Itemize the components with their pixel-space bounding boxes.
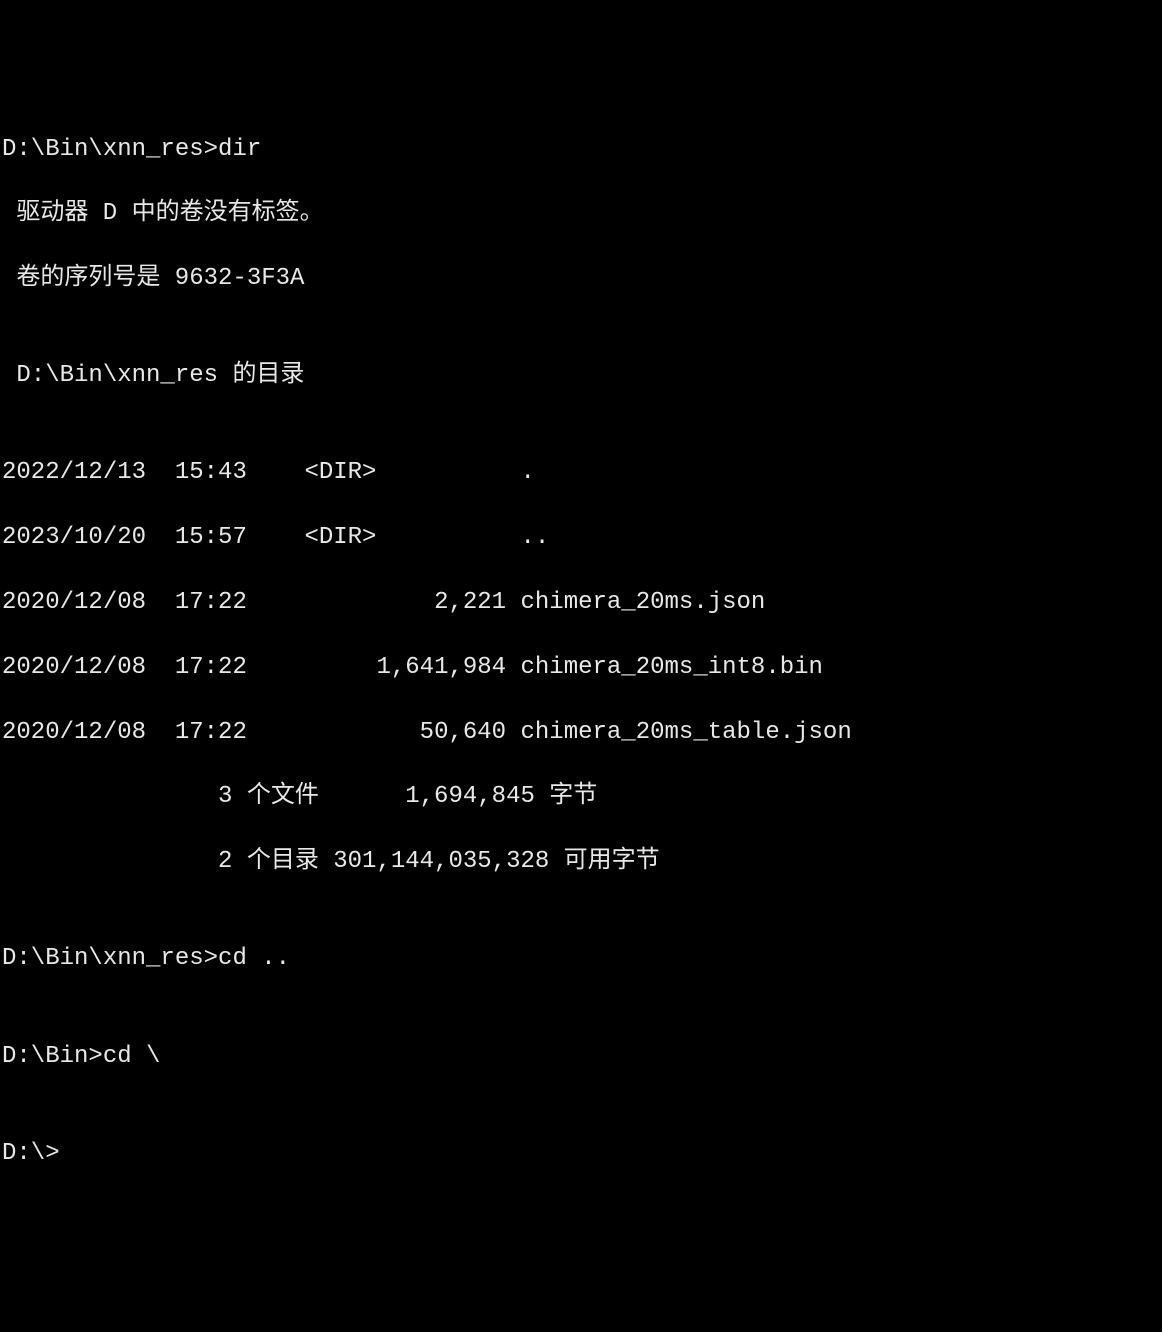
output-summary-dirs: 2 个目录 301,144,035,328 可用字节 bbox=[2, 846, 1160, 878]
prompt-line-4[interactable]: D:\> bbox=[2, 1138, 1160, 1170]
prompt-path: D:\Bin\xnn_res> bbox=[2, 136, 218, 163]
prompt-line-3[interactable]: D:\Bin>cd \ bbox=[2, 1041, 1160, 1073]
prompt-cmd: cd .. bbox=[218, 945, 290, 972]
prompt-cmd: dir bbox=[218, 136, 261, 163]
table-row: 2020/12/08 17:22 50,640 chimera_20ms_tab… bbox=[2, 717, 1160, 749]
table-row: 2020/12/08 17:22 1,641,984 chimera_20ms_… bbox=[2, 652, 1160, 684]
output-volume: 驱动器 D 中的卷没有标签。 bbox=[2, 198, 1160, 230]
prompt-line-2[interactable]: D:\Bin\xnn_res>cd .. bbox=[2, 943, 1160, 975]
prompt-path: D:\> bbox=[2, 1140, 60, 1167]
prompt-path: D:\Bin\xnn_res> bbox=[2, 945, 218, 972]
output-dir-of: D:\Bin\xnn_res 的目录 bbox=[2, 360, 1160, 392]
table-row: 2022/12/13 15:43 <DIR> . bbox=[2, 457, 1160, 489]
output-serial: 卷的序列号是 9632-3F3A bbox=[2, 263, 1160, 295]
prompt-cmd: cd \ bbox=[103, 1043, 161, 1070]
prompt-path: D:\Bin> bbox=[2, 1043, 103, 1070]
table-row: 2020/12/08 17:22 2,221 chimera_20ms.json bbox=[2, 587, 1160, 619]
prompt-line-1[interactable]: D:\Bin\xnn_res>dir bbox=[2, 134, 1160, 166]
table-row: 2023/10/20 15:57 <DIR> .. bbox=[2, 522, 1160, 554]
output-summary-files: 3 个文件 1,694,845 字节 bbox=[2, 781, 1160, 813]
